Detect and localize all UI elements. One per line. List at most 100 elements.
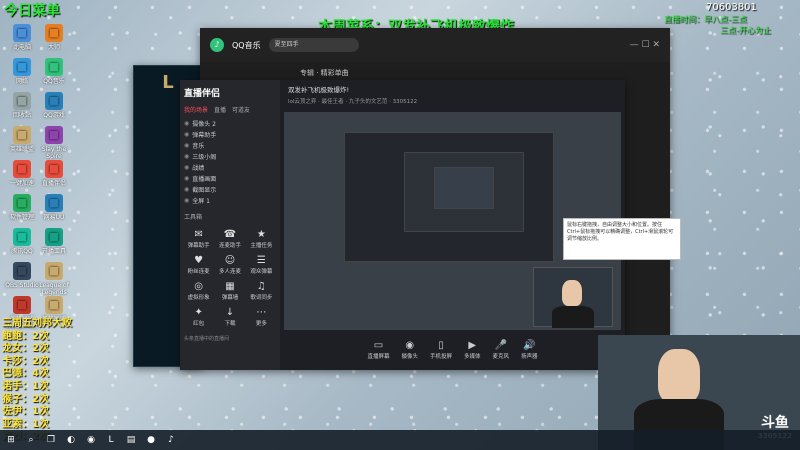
desktop-shortcut[interactable]: ■ 开播工具 (36, 228, 72, 255)
control-button[interactable]: ▯ 手机投屏 (430, 340, 452, 360)
desktop-shortcut[interactable]: ■ 一键加速 (4, 160, 40, 187)
tool-item[interactable]: ↓ 下载 (215, 307, 244, 327)
lol-icon: ■ (13, 126, 31, 144)
desktop-shortcut[interactable]: ■ QQ游戏 (36, 92, 72, 119)
desktop-shortcut[interactable]: ■ OBS Studio (4, 262, 40, 289)
browser-icon[interactable]: ◐ (64, 433, 78, 447)
tool-item[interactable]: ✉ 弹幕助手 (184, 229, 213, 249)
desktop-shortcut[interactable]: ■ League of Legends (36, 262, 72, 296)
tool-item[interactable]: ♥ 粉丝连麦 (184, 255, 213, 275)
control-button[interactable]: 🎤 麦克风 (493, 340, 510, 360)
desktop-shortcut-label: 英雄联盟 (9, 146, 34, 153)
ranking-name: 鲍鲍： (2, 330, 32, 342)
scene-label: 三级小阁 (192, 154, 217, 161)
desktop-shortcut[interactable]: ■ 网络 (4, 58, 40, 85)
tool-item[interactable]: ✦ 红包 (184, 307, 213, 327)
desktop-shortcut[interactable]: ■ QQ音乐 (36, 58, 72, 85)
scene-item[interactable]: ◉ 弹幕助手 (184, 129, 276, 140)
desktop-shortcut[interactable]: ■ Slay the Spire (36, 126, 72, 160)
ranking-name: 佐伊： (2, 406, 32, 418)
control-button[interactable]: ◉ 摄像头 (401, 340, 418, 360)
tool-label: 弹幕墙 (221, 295, 239, 301)
tool-item[interactable]: ♫ 歌词同步 (247, 281, 276, 301)
desktop-shortcut-label: 开播工具 (41, 248, 66, 255)
start-icon[interactable]: ⊞ (4, 433, 18, 447)
tool-item[interactable]: ◎ 虚拟形象 (184, 281, 213, 301)
ranking-count: 1次 (32, 380, 49, 392)
control-button[interactable]: ▶ 多媒体 (464, 340, 481, 360)
ranking-title: 三周五刘邦大败 (2, 318, 72, 329)
qq-music-search-input[interactable]: 夏至四手 (268, 38, 359, 52)
tool-label: 虚拟形象 (187, 295, 210, 301)
eye-icon[interactable]: ◉ (184, 131, 189, 138)
tool-item[interactable]: ☰ 观众弹幕 (247, 255, 276, 275)
tool-icon: ★ (256, 229, 266, 240)
lol-icon[interactable]: L (104, 433, 118, 447)
tool-icon: ♥ (194, 255, 204, 266)
eye-icon[interactable]: ◉ (184, 197, 189, 204)
lol2-icon: ■ (45, 296, 63, 314)
control-icon: 🎤 (494, 340, 507, 351)
scene-label: 全屏 1 (192, 198, 210, 205)
scene-item[interactable]: ◉ 战绩 (184, 162, 276, 173)
tool-icon: ↓ (225, 307, 235, 318)
task-view-icon[interactable]: ❐ (44, 433, 58, 447)
desktop-shortcut[interactable]: ■ 网易UU (36, 194, 72, 221)
eye-icon[interactable]: ◉ (184, 186, 189, 193)
scene-item[interactable]: ◉ 截图显示 (184, 184, 276, 195)
eye-icon[interactable]: ◉ (184, 153, 189, 160)
scene-item[interactable]: ◉ 摄像头 2 (184, 118, 276, 129)
tool-item[interactable]: ★ 主播任务 (247, 229, 276, 249)
eye-icon[interactable]: ◉ (184, 164, 189, 171)
ranking-row: 佐伊：1次 (2, 406, 72, 419)
desktop-shortcut-label: 此电脑 (12, 44, 31, 51)
desktop-shortcut[interactable]: ■ 英雄联盟 (4, 126, 40, 153)
desktop-shortcut[interactable]: ■ 直播伴侣 (36, 160, 72, 187)
streamer-body (552, 306, 594, 328)
eye-icon[interactable]: ◉ (184, 142, 189, 149)
qq-icon[interactable]: ◉ (84, 433, 98, 447)
scene-label: 战绩 (192, 165, 205, 172)
scene-item[interactable]: ◉ 全屏 1 (184, 195, 276, 206)
live-tab[interactable]: 直播 (214, 105, 226, 114)
desktop-shortcut[interactable]: ■ 回收站 (4, 92, 40, 119)
music-icon[interactable]: ♪ (164, 433, 178, 447)
streamer-face (562, 280, 582, 306)
desktop-shortcut[interactable]: ■ 此电脑 (4, 24, 40, 51)
control-button[interactable]: 🔊 扬声器 (521, 340, 538, 360)
eye-icon[interactable]: ◉ (184, 175, 189, 182)
stream-meta: lol云顶之弈 · 最佳王者 · 九子头的文艺范 · 3305122 (288, 99, 418, 105)
scene-item[interactable]: ◉ 音乐 (184, 140, 276, 151)
control-label: 多媒体 (464, 354, 481, 360)
scene-item[interactable]: ◉ 三级小阁 (184, 151, 276, 162)
settings-icon: ■ (13, 194, 31, 212)
scene-item[interactable]: ◉ 直播画面 (184, 173, 276, 184)
tool-label: 红包 (193, 321, 205, 327)
desktop-shortcut[interactable]: ■ 软件管理 (4, 194, 40, 221)
eye-icon[interactable]: ◉ (184, 120, 189, 127)
tool-item[interactable]: ⋯ 更多 (247, 307, 276, 327)
qq-music-logo-icon: ♪ (210, 38, 224, 52)
search-icon[interactable]: ⌕ (24, 433, 38, 447)
tool-item[interactable]: ☎ 连麦助手 (215, 229, 244, 249)
live-companion-logo: 直播伴侣 (184, 89, 221, 99)
ranking-count: 1次 (32, 406, 49, 418)
desktop-shortcut[interactable]: ■ 腾讯QQ (4, 228, 40, 255)
tool-item[interactable]: ▦ 弹幕墙 (215, 281, 244, 301)
tool-item[interactable]: ☺ 多人连麦 (215, 255, 244, 275)
ranking-row: 巴德：4次 (2, 368, 72, 381)
control-button[interactable]: ▭ 直播屏幕 (367, 340, 389, 360)
stream-title[interactable]: 双发补飞机极致爆炸! (288, 84, 617, 94)
live-icon[interactable]: ● (144, 433, 158, 447)
control-icon: 🔊 (523, 340, 536, 351)
scene-label: 截图显示 (192, 187, 217, 194)
ranking-name: 卡莎： (2, 355, 32, 367)
ranking-count: 2次 (32, 393, 49, 405)
ranking-row: 猴子：2次 (2, 394, 72, 407)
folder-icon[interactable]: ▤ (124, 433, 138, 447)
live-tab[interactable]: 可道友 (232, 105, 250, 114)
window-controls-icon[interactable]: — ☐ ✕ (630, 40, 660, 50)
desktop-shortcut[interactable]: ■ 大师 (36, 24, 72, 51)
desktop-shortcut-label: OBS Studio (5, 282, 39, 289)
live-tab[interactable]: 我的场景 (184, 105, 208, 114)
